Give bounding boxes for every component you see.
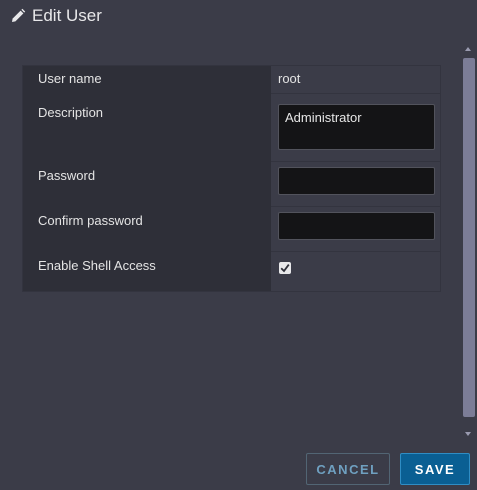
row-divider <box>271 161 441 162</box>
scroll-up-arrow-icon[interactable] <box>465 47 471 51</box>
cancel-button[interactable]: CANCEL <box>306 453 390 485</box>
description-label: Description <box>38 105 104 120</box>
password-label: Password <box>38 168 96 183</box>
save-button[interactable]: SAVE <box>400 453 470 485</box>
username-label: User name <box>38 71 102 86</box>
password-field[interactable] <box>278 167 435 195</box>
description-field[interactable] <box>278 104 435 150</box>
form-scroll-area: User name root Description Password Conf… <box>0 44 477 442</box>
row-divider <box>271 206 441 207</box>
shell-access-checkbox[interactable] <box>279 262 291 274</box>
shell-access-label: Enable Shell Access <box>38 258 156 273</box>
edit-user-dialog: Edit User User name root Description Pas… <box>0 0 477 490</box>
user-form: User name root Description Password Conf… <box>22 65 441 292</box>
dialog-header: Edit User <box>0 0 477 36</box>
scrollbar-thumb[interactable] <box>463 58 475 417</box>
confirm-password-label: Confirm password <box>38 213 143 228</box>
row-divider <box>271 93 441 94</box>
dialog-title: Edit User <box>32 6 102 25</box>
pencil-icon <box>10 8 26 24</box>
scroll-down-arrow-icon[interactable] <box>465 432 471 436</box>
confirm-password-field[interactable] <box>278 212 435 240</box>
vertical-scrollbar[interactable] <box>462 44 476 442</box>
checkmark-icon <box>280 264 290 273</box>
username-value: root <box>278 71 301 86</box>
row-divider <box>271 251 441 252</box>
